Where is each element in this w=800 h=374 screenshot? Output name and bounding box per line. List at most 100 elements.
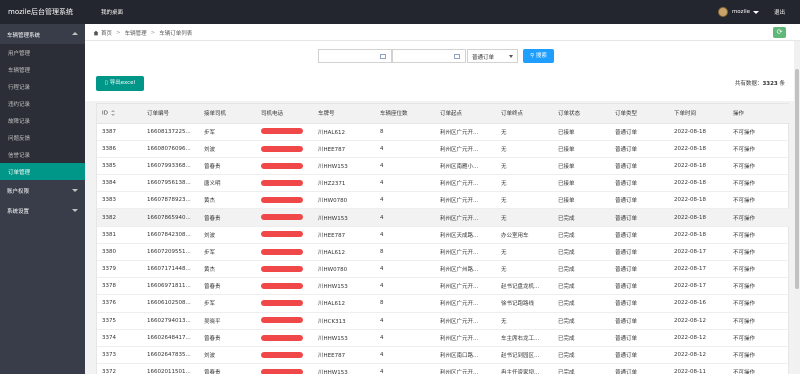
table-cell: 2022-08-12 xyxy=(669,312,728,330)
table-cell[interactable]: 不可操作 xyxy=(728,294,790,313)
table-cell: 16608137225... xyxy=(142,123,199,141)
table-cell[interactable]: 不可操作 xyxy=(728,277,790,296)
redacted-phone-cell xyxy=(256,208,313,227)
table-row: 3385 16607993368... 曾春贵 川HHW153 4 利州区南雁小... 无已… xyxy=(97,157,790,176)
sidebar-group-settings[interactable]: 系统设置 xyxy=(0,200,85,220)
table-row: 3381 16607842308... 刘波 川HEE787 4 利州区天成路... 办公室… xyxy=(97,226,790,244)
table-cell: 无 xyxy=(496,157,553,176)
table-cell: 曾春贵 xyxy=(199,277,256,296)
app-title: mozile后台管理系统 xyxy=(8,8,73,16)
order-type-select[interactable]: 普通订单 xyxy=(467,49,518,63)
sidebar-group-label: 账户权限 xyxy=(7,189,30,195)
scrollbar[interactable] xyxy=(794,41,800,374)
table-cell: 利州区南雁小... xyxy=(435,157,496,176)
table-row: 3384 16607956138... 唐义明 川HZ2371 4 利州区广元开... 无已… xyxy=(97,174,790,193)
table-cell: 办公室用车 xyxy=(496,226,553,244)
column-header-id[interactable]: ID xyxy=(97,104,142,124)
table-cell: 川HEE787 xyxy=(313,346,375,365)
logout-link[interactable]: 退出 xyxy=(774,8,785,16)
start-date-input[interactable] xyxy=(318,49,392,63)
table-cell[interactable]: 不可操作 xyxy=(728,226,790,244)
table-cell[interactable]: 不可操作 xyxy=(728,140,790,158)
sidebar-item-vehicles[interactable]: 车辆管理 xyxy=(0,61,85,78)
scrollbar-thumb[interactable] xyxy=(795,69,799,289)
table-cell[interactable]: 不可操作 xyxy=(728,346,790,365)
table-cell[interactable]: 不可操作 xyxy=(728,260,790,279)
table-cell[interactable]: 不可操作 xyxy=(728,191,790,210)
sidebar-item-faults[interactable]: 故障记录 xyxy=(0,112,85,129)
end-date-input[interactable] xyxy=(392,49,466,63)
table-cell: 利州区广元开... xyxy=(435,363,496,374)
table-cell: 车主席右龙工... xyxy=(496,329,553,347)
breadcrumb-vehicle[interactable]: 车辆管理 xyxy=(125,29,147,37)
chevron-down-icon xyxy=(72,209,78,212)
table-cell: 已接单 xyxy=(553,191,610,210)
sidebar-item-users[interactable]: 用户管理 xyxy=(0,44,85,61)
calendar-icon xyxy=(454,54,460,59)
sidebar-group-vehicle[interactable]: 车辆管理系统 xyxy=(0,24,85,44)
table-cell: 4 xyxy=(375,157,435,176)
export-excel-button[interactable]: ▯ 导出excel xyxy=(96,76,144,91)
table-cell: 无 xyxy=(496,140,553,158)
redaction-mark xyxy=(261,317,303,324)
table-cell: 4 xyxy=(375,208,435,227)
table-cell: 冉主任资家坝... xyxy=(496,363,553,374)
table-cell: 无 xyxy=(496,260,553,279)
table-cell: 曾春贵 xyxy=(199,363,256,374)
search-icon: ⚲ xyxy=(530,53,535,59)
table-cell[interactable]: 不可操作 xyxy=(728,157,790,176)
table-cell[interactable]: 不可操作 xyxy=(728,312,790,330)
table-cell: 8 xyxy=(375,243,435,262)
redaction-mark xyxy=(261,334,303,341)
table-cell: 利州区广元开... xyxy=(435,123,496,141)
breadcrumb-separator: > xyxy=(150,30,156,36)
user-menu[interactable]: mozile xyxy=(717,7,759,17)
table-cell: 普通订单 xyxy=(610,363,669,374)
table-cell: 川HAL612 xyxy=(313,294,375,313)
sidebar-item-credit[interactable]: 信誉记录 xyxy=(0,146,85,163)
table-cell: 川HHW153 xyxy=(313,277,375,296)
table-cell: 3374 xyxy=(97,329,142,347)
search-button[interactable]: ⚲ 搜索 xyxy=(523,49,554,63)
refresh-button[interactable]: ⟳ xyxy=(773,27,786,38)
table-cell[interactable]: 不可操作 xyxy=(728,363,790,374)
sidebar-item-orders[interactable]: 订单管理 xyxy=(0,163,85,180)
total-number: 3323 xyxy=(762,81,778,87)
table-cell: 普通订单 xyxy=(610,157,669,176)
table-cell: 8 xyxy=(375,123,435,141)
top-nav-desktop[interactable]: 我的桌面 xyxy=(101,8,123,16)
table-cell[interactable]: 不可操作 xyxy=(728,123,790,141)
table-cell: 曾春贵 xyxy=(199,208,256,227)
sidebar-item-feedback[interactable]: 问题反馈 xyxy=(0,129,85,146)
export-label: 导出excel xyxy=(109,80,136,86)
table-cell: 利州区广元开... xyxy=(435,277,496,296)
sidebar-group-permissions[interactable]: 账户权限 xyxy=(0,180,85,200)
table-cell: 已接单 xyxy=(553,140,610,158)
table-cell: 3381 xyxy=(97,226,142,244)
sidebar: 车辆管理系统 用户管理 车辆管理 行程记录 违约记录 故障记录 问题反馈 信誉记… xyxy=(0,24,85,374)
sort-icon[interactable] xyxy=(110,110,115,116)
sidebar-item-trips[interactable]: 行程记录 xyxy=(0,78,85,95)
column-header: 订单状态 xyxy=(553,104,610,124)
breadcrumb-home[interactable]: 首页 xyxy=(101,29,112,37)
table-cell: 3379 xyxy=(97,260,142,279)
table-cell: 川HW0780 xyxy=(313,260,375,279)
table-cell: 利州区广元开... xyxy=(435,208,496,227)
table-cell: 16602648417... xyxy=(142,329,199,347)
table-row: 3380 16607209551... 步军 川HAL612 8 利州区广元开... 无已完… xyxy=(97,243,790,262)
search-button-label: 搜索 xyxy=(535,53,547,59)
table-row: 3387 16608137225... 步军 川HAL612 8 利州区广元开... 无已接… xyxy=(97,123,790,141)
column-header: 订单类型 xyxy=(610,104,669,124)
redaction-mark xyxy=(261,128,303,135)
redaction-mark xyxy=(261,248,303,255)
table-cell[interactable]: 不可操作 xyxy=(728,329,790,347)
table-cell: 2022-08-17 xyxy=(669,277,728,296)
total-prefix: 共有数据： xyxy=(734,81,763,87)
export-toolbar: ▯ 导出excel 共有数据：3323 条 xyxy=(85,71,800,101)
table-cell[interactable]: 不可操作 xyxy=(728,208,790,227)
sidebar-item-violations[interactable]: 违约记录 xyxy=(0,95,85,112)
table-cell[interactable]: 不可操作 xyxy=(728,243,790,262)
table-cell: 利州区广州路... xyxy=(435,260,496,279)
table-cell[interactable]: 不可操作 xyxy=(728,174,790,193)
table-cell: 16607956138... xyxy=(142,174,199,193)
